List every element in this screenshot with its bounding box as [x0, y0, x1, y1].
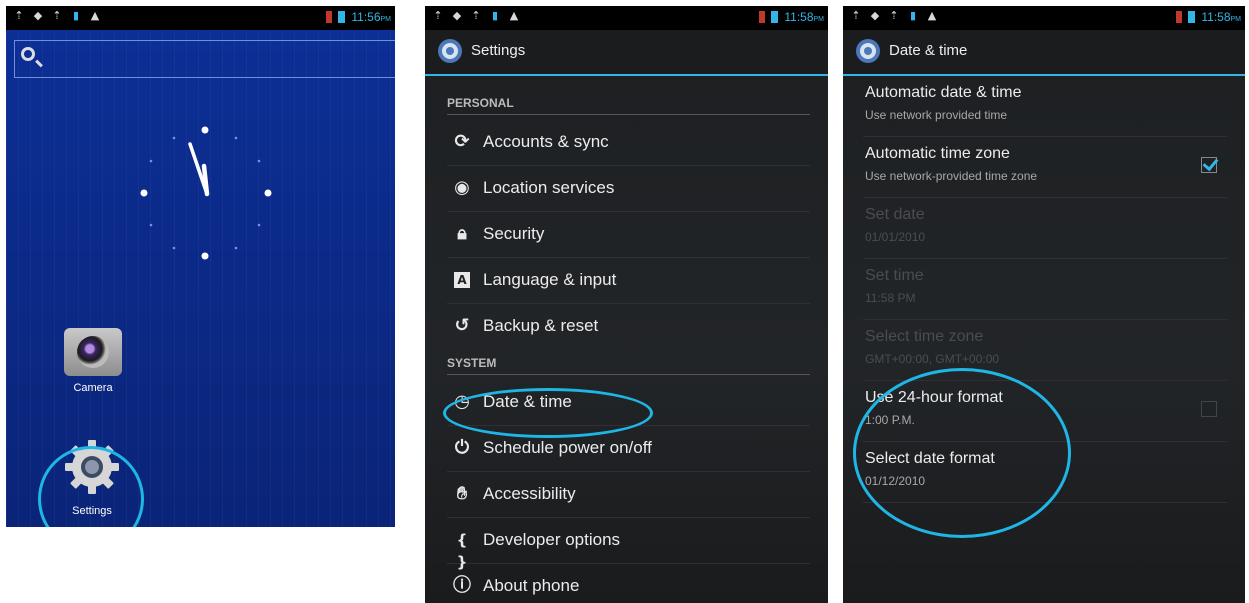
settings-gear-icon[interactable] — [855, 38, 881, 64]
settings-item-label: About phone — [483, 576, 580, 595]
pref-select-time-zone: Select time zone GMT+00:00, GMT+00:00 — [863, 320, 1227, 381]
battery-icon — [1188, 11, 1196, 23]
alert-battery-icon — [326, 11, 333, 23]
action-bar: Settings — [425, 30, 828, 76]
page-title: Settings — [471, 42, 526, 59]
pref-title: Automatic date & time — [865, 84, 1022, 101]
pref-summary: Use network provided time — [865, 108, 1008, 122]
settings-item-label: Schedule power on/off — [483, 438, 652, 457]
pref-title: Select time zone — [865, 328, 984, 345]
section-header-personal: PERSONAL — [447, 96, 810, 115]
settings-item-label: Security — [483, 224, 545, 243]
pref-set-date: Set date 01/01/2010 — [863, 198, 1227, 259]
warning-icon: ▲ — [927, 9, 937, 22]
settings-item-developer[interactable]: { } Developer options — [447, 517, 810, 571]
status-clock: 11:58PM — [784, 10, 824, 24]
settings-item-about[interactable]: ⓘ About phone — [447, 563, 810, 603]
power-icon: ⏻ — [454, 437, 470, 458]
settings-item-language[interactable]: A Language & input — [447, 257, 810, 304]
lock-icon: 🔒︎ — [457, 223, 467, 244]
usb-icon: ⇡ — [471, 9, 481, 22]
usb-icon: ⇡ — [889, 9, 899, 22]
settings-item-label: Backup & reset — [483, 316, 599, 335]
sd-card-icon: ▮ — [72, 9, 80, 22]
backup-icon: ↺ — [454, 315, 470, 336]
status-bar: ⇡ ◆ ⇡ ▮ ▲ 11:58PM — [425, 6, 828, 30]
settings-item-location[interactable]: ◉ Location services — [447, 165, 810, 212]
highlight-ellipse — [443, 388, 653, 438]
sync-icon: ⟳ — [454, 131, 470, 152]
warning-icon: ▲ — [509, 9, 519, 22]
page-title: Date & time — [889, 42, 968, 59]
section-header-system: SYSTEM — [447, 356, 810, 375]
sd-card-icon: ▮ — [491, 9, 499, 22]
settings-item-label: Location services — [483, 178, 615, 197]
pref-title: Automatic time zone — [865, 145, 1010, 162]
settings-item-label: Language & input — [483, 270, 617, 289]
settings-item-accounts-sync[interactable]: ⟳ Accounts & sync — [447, 119, 810, 166]
pref-summary: 01/01/2010 — [865, 230, 926, 244]
date-time-screen: ⇡ ◆ ⇡ ▮ ▲ 11:58PM Date & time Automatic … — [843, 6, 1245, 603]
status-clock: 11:58PM — [1201, 10, 1241, 24]
settings-gear-icon[interactable] — [437, 38, 463, 64]
camera-label: Camera — [73, 382, 113, 394]
pref-summary: Use network-provided time zone — [865, 169, 1038, 183]
location-icon: ◉ — [454, 177, 470, 198]
settings-item-accessibility[interactable]: ✋︎ Accessibility — [447, 471, 810, 518]
usb-icon: ⇡ — [851, 9, 861, 22]
alert-battery-icon — [1176, 11, 1183, 23]
settings-screen: ⇡ ◆ ⇡ ▮ ▲ 11:58PM Settings PERSONAL ⟳ Ac… — [425, 6, 828, 603]
usb-icon: ⇡ — [14, 9, 24, 22]
sd-card-icon: ▮ — [909, 9, 917, 22]
usb-icon: ⇡ — [433, 9, 443, 22]
home-screen: ⇡ ◆ ⇡ ▮ ▲ 11:56PM Camera Settings — [6, 6, 395, 527]
usb-icon: ⇡ — [52, 9, 62, 22]
status-bar: ⇡ ◆ ⇡ ▮ ▲ 11:56PM — [6, 6, 395, 30]
pref-title: Set time — [865, 267, 924, 284]
settings-item-label: Accounts & sync — [483, 132, 609, 151]
info-icon: ⓘ — [453, 575, 471, 596]
pref-automatic-date-time[interactable]: Automatic date & time Use network provid… — [863, 76, 1227, 137]
debug-icon: ◆ — [33, 9, 43, 22]
settings-item-label: Developer options — [483, 530, 621, 549]
pref-automatic-time-zone[interactable]: Automatic time zone Use network-provided… — [863, 137, 1227, 198]
camera-app[interactable]: Camera — [43, 328, 143, 394]
alert-battery-icon — [759, 11, 766, 23]
battery-icon — [338, 11, 346, 23]
hand-icon: ✋︎ — [456, 483, 468, 504]
debug-icon: ◆ — [452, 9, 462, 22]
pref-summary: GMT+00:00, GMT+00:00 — [865, 352, 1000, 366]
settings-item-label: Accessibility — [483, 484, 576, 503]
debug-icon: ◆ — [870, 9, 880, 22]
braces-icon: { } — [456, 531, 468, 571]
settings-item-backup[interactable]: ↺ Backup & reset — [447, 303, 810, 349]
highlight-ellipse — [853, 368, 1071, 538]
checkbox-checked[interactable] — [1201, 157, 1217, 173]
pref-set-time: Set time 11:58 PM — [863, 259, 1227, 320]
search-icon[interactable] — [21, 47, 35, 61]
keyboard-icon: A — [454, 272, 470, 288]
pref-title: Set date — [865, 206, 925, 223]
warning-icon: ▲ — [90, 9, 100, 22]
settings-item-security[interactable]: 🔒︎ Security — [447, 211, 810, 258]
analog-clock-widget[interactable] — [130, 122, 280, 272]
action-bar: Date & time — [843, 30, 1245, 76]
checkbox-unchecked[interactable] — [1201, 401, 1217, 417]
pref-summary: 11:58 PM — [865, 291, 916, 305]
camera-icon[interactable] — [64, 328, 122, 376]
status-clock: 11:56PM — [351, 10, 391, 24]
battery-icon — [771, 11, 779, 23]
search-bar[interactable] — [14, 40, 395, 78]
status-bar: ⇡ ◆ ⇡ ▮ ▲ 11:58PM — [843, 6, 1245, 30]
